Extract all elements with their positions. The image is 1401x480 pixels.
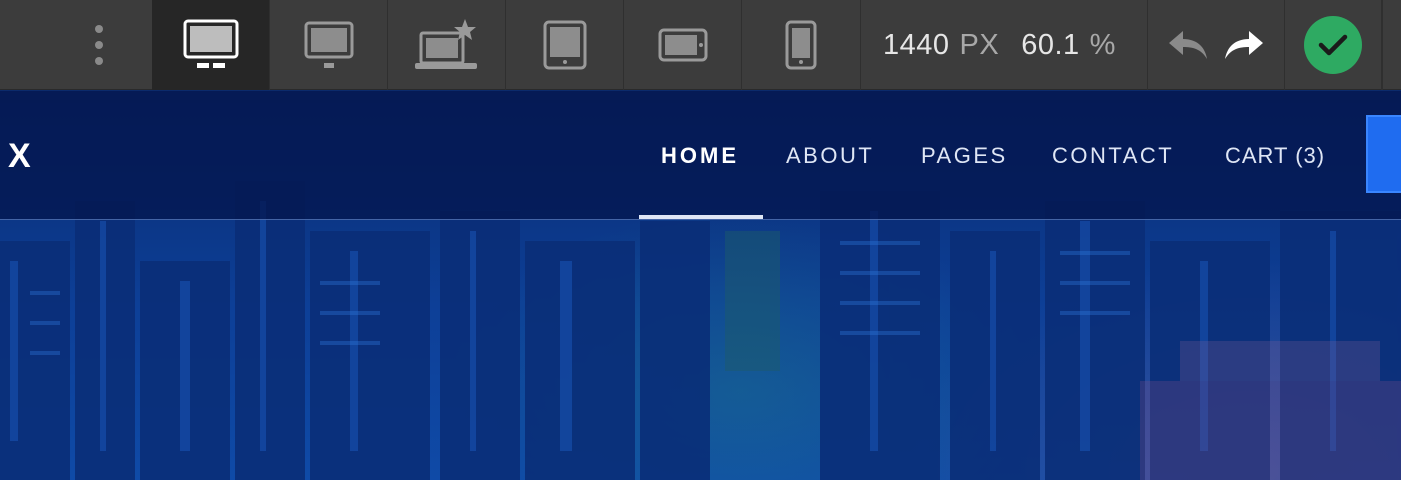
active-nav-indicator bbox=[639, 215, 763, 219]
zoom-unit: % bbox=[1089, 28, 1116, 61]
device-desktop-button[interactable] bbox=[152, 0, 270, 90]
desktop-icon bbox=[183, 19, 238, 68]
tablet-landscape-icon bbox=[658, 28, 707, 62]
tablet-portrait-icon bbox=[543, 20, 586, 70]
site-logo[interactable]: X bbox=[8, 136, 31, 176]
header-cta-button[interactable] bbox=[1366, 115, 1401, 193]
undo-icon[interactable] bbox=[1167, 27, 1209, 63]
device-monitor-button[interactable] bbox=[270, 0, 388, 90]
nav-pages[interactable]: PAGES bbox=[921, 141, 1008, 171]
viewport-readout: 1440 PX 60.1 % bbox=[861, 0, 1148, 90]
site-preview: X HOME ABOUT PAGES CONTACT CART (3) bbox=[0, 91, 1401, 480]
monitor-icon bbox=[304, 21, 353, 68]
phone-icon bbox=[785, 20, 817, 70]
more-options-button[interactable] bbox=[0, 0, 152, 90]
nav-cart[interactable]: CART (3) bbox=[1225, 141, 1325, 171]
device-tablet-portrait-button[interactable] bbox=[506, 0, 624, 90]
device-tablet-landscape-button[interactable] bbox=[624, 0, 742, 90]
nav-home[interactable]: HOME bbox=[661, 141, 739, 171]
checkmark-icon bbox=[1318, 34, 1348, 56]
device-phone-button[interactable] bbox=[742, 0, 861, 90]
history-controls bbox=[1148, 0, 1285, 90]
site-navbar: X HOME ABOUT PAGES CONTACT CART (3) bbox=[0, 91, 1401, 220]
editor-toolbar: 1440 PX 60.1 % bbox=[0, 0, 1401, 90]
laptop-star-icon bbox=[414, 19, 477, 69]
redo-icon[interactable] bbox=[1223, 27, 1265, 63]
toolbar-end-divider bbox=[1382, 0, 1401, 90]
confirm-cell bbox=[1285, 0, 1382, 90]
nav-contact[interactable]: CONTACT bbox=[1052, 141, 1174, 171]
zoom-value[interactable]: 60.1 bbox=[1021, 29, 1079, 62]
confirm-button[interactable] bbox=[1304, 16, 1362, 74]
viewport-width-value[interactable]: 1440 bbox=[883, 29, 950, 62]
viewport-width-unit: PX bbox=[959, 28, 1000, 61]
nav-about[interactable]: ABOUT bbox=[786, 141, 874, 171]
kebab-menu-icon bbox=[95, 25, 103, 65]
device-laptop-button[interactable] bbox=[388, 0, 506, 90]
